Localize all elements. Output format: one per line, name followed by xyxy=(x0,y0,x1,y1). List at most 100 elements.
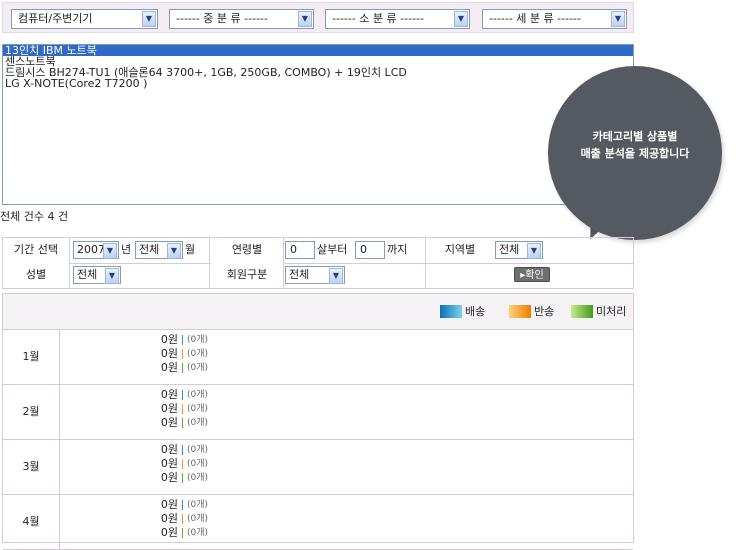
month-label: 3월 xyxy=(3,439,60,494)
month-label: 1월 xyxy=(3,329,60,384)
member-type-label: 회원구분 xyxy=(211,263,283,288)
shipped-bar xyxy=(182,445,183,455)
year-unit: 년 xyxy=(121,243,132,256)
main-category-select[interactable]: 컴퓨터/주변기기 ▼ xyxy=(11,9,158,29)
chevron-down-icon: ▼ xyxy=(103,243,117,259)
region-label: 지역별 xyxy=(427,238,493,263)
member-type-value: 전체 xyxy=(289,268,310,281)
returned-amount: 0원 xyxy=(160,347,178,360)
returned-amount: 0원 xyxy=(160,512,178,525)
chevron-down-icon: ▼ xyxy=(329,268,343,284)
shipped-count: (0개) xyxy=(187,445,209,455)
unprocessed-amount: 0원 xyxy=(160,361,178,374)
returned-count: (0개) xyxy=(187,514,209,524)
year-value: 2007 xyxy=(77,243,105,256)
gender-value: 전체 xyxy=(77,268,98,281)
unprocessed-count: (0개) xyxy=(187,418,209,428)
shipped-bar xyxy=(182,500,183,510)
detail-category-select[interactable]: ------ 세 분 류 ------ ▼ xyxy=(482,9,627,29)
region-select[interactable]: 전체 ▼ xyxy=(495,241,543,259)
legend-swatch-shipped xyxy=(440,305,462,318)
total-count: 전체 건수 4 건 xyxy=(0,210,69,223)
middle-category-value: ------ 중 분 류 ------ xyxy=(176,12,268,25)
shipped-count: (0개) xyxy=(187,335,209,345)
shipped-count: (0개) xyxy=(187,390,209,400)
age-to-unit: 까지 xyxy=(387,243,408,256)
returned-bar xyxy=(182,349,183,359)
unprocessed-bar xyxy=(182,473,183,483)
unprocessed-count: (0개) xyxy=(187,363,209,373)
monthly-sales-table: 배송 반송 미처리 1월 0원 (0개) 0원 (0개) 0원 (0개) 2월 … xyxy=(2,293,634,550)
divider xyxy=(425,238,426,289)
month-label: 4월 xyxy=(3,494,60,549)
returned-bar xyxy=(182,459,183,469)
unprocessed-amount: 0원 xyxy=(160,416,178,429)
legend-label-returned: 반송 xyxy=(534,305,555,318)
shipped-amount: 0원 xyxy=(160,443,178,456)
age-from-unit: 살부터 xyxy=(317,243,348,256)
unprocessed-bar xyxy=(182,418,183,428)
unprocessed-bar xyxy=(182,528,183,538)
tooltip-line2: 매출 분석을 제공합니다 xyxy=(580,147,690,160)
search-filter-table: 기간 선택 2007 ▼ 년 전체 ▼ 월 연령별 0 살부터 0 까지 지역별… xyxy=(2,237,634,289)
returned-count: (0개) xyxy=(187,404,209,414)
chevron-down-icon: ▼ xyxy=(105,268,119,284)
member-type-select[interactable]: 전체 ▼ xyxy=(285,266,345,284)
divider xyxy=(69,238,70,289)
small-category-value: ------ 소 분 류 ------ xyxy=(332,12,424,25)
legend-item-shipped: 배송 xyxy=(440,305,485,318)
shipped-amount: 0원 xyxy=(160,333,178,346)
chevron-down-icon: ▼ xyxy=(167,243,181,259)
shipped-amount: 0원 xyxy=(160,388,178,401)
shipped-amount: 0원 xyxy=(160,498,178,511)
chevron-down-icon: ▼ xyxy=(142,11,156,27)
category-filter-bar: 컴퓨터/주변기기 ▼ ------ 중 분 류 ------ ▼ ------ … xyxy=(2,2,634,33)
product-option[interactable]: 13인치 IBM 노트북 xyxy=(3,45,633,56)
divider xyxy=(283,238,284,289)
year-select[interactable]: 2007 ▼ xyxy=(73,241,119,259)
month-value: 전체 xyxy=(139,243,160,256)
middle-category-select[interactable]: ------ 중 분 류 ------ ▼ xyxy=(169,9,314,29)
returned-amount: 0원 xyxy=(160,457,178,470)
shipped-count: (0개) xyxy=(187,500,209,510)
info-tooltip: 카테고리별 상품별 매출 분석을 제공합니다 xyxy=(548,66,722,240)
chevron-down-icon: ▼ xyxy=(611,11,625,27)
returned-bar xyxy=(182,514,183,524)
month-row: 3월 0원 (0개) 0원 (0개) 0원 (0개) xyxy=(3,439,633,495)
month-label: 2월 xyxy=(3,384,60,439)
month-row: 4월 0원 (0개) 0원 (0개) 0원 (0개) xyxy=(3,494,633,550)
product-list[interactable]: 13인치 IBM 노트북 센스노트북 드림시스 BH274-TU1 (애슬론64… xyxy=(2,44,634,205)
unprocessed-bar xyxy=(182,363,183,373)
shipped-bar xyxy=(182,335,183,345)
returned-amount: 0원 xyxy=(160,402,178,415)
product-option[interactable]: LG X-NOTE(Core2 T7200 ) xyxy=(3,78,633,89)
confirm-button[interactable]: ▸확인 xyxy=(514,267,550,282)
legend-swatch-unprocessed xyxy=(571,305,593,318)
gender-select[interactable]: 전체 ▼ xyxy=(73,266,121,284)
legend-label-unprocessed: 미처리 xyxy=(596,305,627,318)
month-row: 1월 0원 (0개) 0원 (0개) 0원 (0개) xyxy=(3,329,633,385)
unprocessed-amount: 0원 xyxy=(160,471,178,484)
chevron-down-icon: ▼ xyxy=(298,11,312,27)
shipped-bar xyxy=(182,390,183,400)
returned-bar xyxy=(182,404,183,414)
age-label: 연령별 xyxy=(211,238,283,263)
returned-count: (0개) xyxy=(187,459,209,469)
main-category-value: 컴퓨터/주변기기 xyxy=(18,12,93,25)
unprocessed-count: (0개) xyxy=(187,473,209,483)
detail-category-value: ------ 세 분 류 ------ xyxy=(489,12,581,25)
legend-item-unprocessed: 미처리 xyxy=(571,305,626,318)
month-row: 2월 0원 (0개) 0원 (0개) 0원 (0개) xyxy=(3,384,633,440)
age-to-input[interactable]: 0 xyxy=(355,241,385,259)
period-label: 기간 선택 xyxy=(3,238,69,263)
divider xyxy=(209,238,210,289)
legend-label-shipped: 배송 xyxy=(465,305,486,318)
gender-label: 성별 xyxy=(3,263,69,288)
small-category-select[interactable]: ------ 소 분 류 ------ ▼ xyxy=(325,9,470,29)
month-select[interactable]: 전체 ▼ xyxy=(135,241,183,259)
tooltip-line1: 카테고리별 상품별 xyxy=(592,130,678,143)
age-from-input[interactable]: 0 xyxy=(285,241,315,259)
legend: 배송 반송 미처리 xyxy=(3,294,633,330)
month-unit: 월 xyxy=(185,243,196,256)
chevron-down-icon: ▼ xyxy=(454,11,468,27)
